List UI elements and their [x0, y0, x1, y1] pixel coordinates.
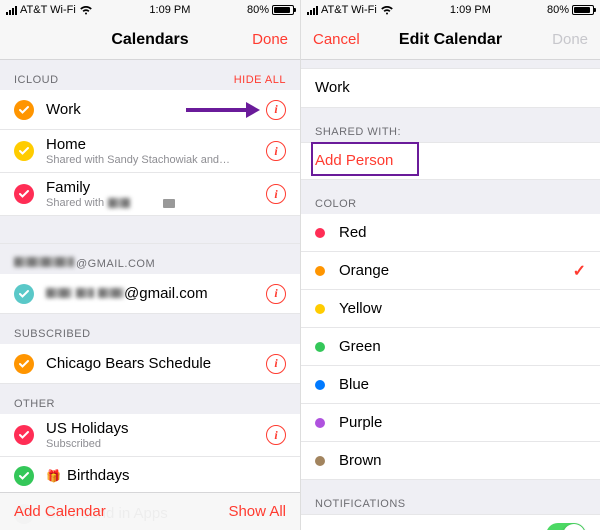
check-icon[interactable] — [14, 425, 34, 445]
color-label: Yellow — [339, 300, 586, 317]
color-dot-icon — [315, 342, 325, 352]
color-label: Purple — [339, 414, 586, 431]
color-dot-icon — [315, 304, 325, 314]
calendar-row-us-holidays[interactable]: US Holidays Subscribed i — [0, 414, 300, 457]
section-header-gmail: @GMAIL.COM — [0, 244, 300, 274]
color-option-brown[interactable]: Brown — [301, 442, 600, 480]
calendar-row-work[interactable]: Work i — [0, 90, 300, 130]
calendar-row-family[interactable]: Family Shared with i — [0, 173, 300, 216]
notifications-row — [301, 514, 600, 530]
color-option-purple[interactable]: Purple — [301, 404, 600, 442]
color-dot-icon — [315, 228, 325, 238]
check-icon[interactable] — [14, 184, 34, 204]
color-label: Brown — [339, 452, 586, 469]
check-icon[interactable] — [14, 141, 34, 161]
add-person-button[interactable]: Add Person — [301, 142, 600, 180]
battery-icon — [272, 5, 294, 15]
info-icon[interactable]: i — [266, 100, 286, 120]
calendar-row-birthdays[interactable]: 🎁 Birthdays — [0, 457, 300, 495]
color-option-red[interactable]: Red — [301, 214, 600, 252]
redacted-text — [76, 288, 94, 298]
calendar-name-field[interactable]: Work — [301, 68, 600, 108]
check-icon[interactable] — [14, 100, 34, 120]
redacted-text — [108, 198, 130, 208]
color-option-blue[interactable]: Blue — [301, 366, 600, 404]
nav-bar: Calendars Done — [0, 20, 300, 60]
color-dot-icon — [315, 456, 325, 466]
battery-icon — [572, 5, 594, 15]
status-bar: AT&T Wi-Fi 1:09 PM 80% — [0, 0, 300, 20]
section-header-subscribed: SUBSCRIBED — [0, 314, 300, 344]
clock-time: 1:09 PM — [450, 4, 491, 16]
clock-time: 1:09 PM — [149, 4, 190, 16]
section-header-notifications: NOTIFICATIONS — [301, 480, 600, 514]
section-header-other: OTHER — [0, 384, 300, 414]
info-icon[interactable]: i — [266, 184, 286, 204]
color-label: Red — [339, 224, 586, 241]
status-bar: AT&T Wi-Fi 1:09 PM 80% — [301, 0, 600, 20]
battery-percent: 80% — [547, 4, 569, 16]
redacted-text — [46, 288, 72, 298]
gift-icon: 🎁 — [46, 469, 61, 483]
check-icon[interactable] — [14, 466, 34, 486]
edit-form: Work SHARED WITH: Add Person COLOR Red Or… — [301, 60, 600, 530]
battery-percent: 80% — [247, 4, 269, 16]
redacted-text — [163, 199, 175, 208]
color-option-green[interactable]: Green — [301, 328, 600, 366]
info-icon[interactable]: i — [266, 141, 286, 161]
hide-all-button[interactable]: HIDE ALL — [234, 74, 286, 86]
info-icon[interactable]: i — [266, 284, 286, 304]
redacted-text — [98, 288, 124, 298]
info-icon[interactable]: i — [266, 425, 286, 445]
wifi-icon — [79, 5, 93, 15]
check-icon[interactable] — [14, 354, 34, 374]
section-header-icloud: ICLOUD HIDE ALL — [0, 60, 300, 90]
carrier-label: AT&T Wi-Fi — [321, 4, 377, 16]
redacted-text — [14, 257, 74, 267]
color-option-orange[interactable]: Orange✓ — [301, 252, 600, 290]
check-icon[interactable] — [14, 284, 34, 304]
color-dot-icon — [315, 380, 325, 390]
footer-bar: Add Calendar Show All — [0, 492, 300, 530]
signal-icon — [6, 6, 17, 15]
color-dot-icon — [315, 418, 325, 428]
nav-bar: Cancel Edit Calendar Done — [301, 20, 600, 60]
calendar-row-home[interactable]: Home Shared with Sandy Stachowiak and… i — [0, 130, 300, 173]
color-label: Green — [339, 338, 586, 355]
checkmark-icon: ✓ — [573, 261, 586, 281]
color-dot-icon — [315, 266, 325, 276]
calendar-row-gmail[interactable]: @gmail.com i — [0, 274, 300, 314]
calendars-screen: AT&T Wi-Fi 1:09 PM 80% Calendars Done IC… — [0, 0, 300, 530]
color-label: Orange — [339, 262, 573, 279]
add-calendar-button[interactable]: Add Calendar — [14, 503, 106, 520]
done-button[interactable]: Done — [552, 31, 588, 48]
color-label: Blue — [339, 376, 586, 393]
cancel-button[interactable]: Cancel — [313, 31, 360, 48]
edit-calendar-screen: AT&T Wi-Fi 1:09 PM 80% Cancel Edit Calen… — [300, 0, 600, 530]
info-icon[interactable]: i — [266, 354, 286, 374]
calendar-row-bears[interactable]: Chicago Bears Schedule i — [0, 344, 300, 384]
color-list: Red Orange✓ Yellow Green Blue Purple Brown — [301, 214, 600, 480]
calendar-list: ICLOUD HIDE ALL Work i Home Shared with … — [0, 60, 300, 530]
wifi-icon — [380, 5, 394, 15]
signal-icon — [307, 6, 318, 15]
section-header-color: COLOR — [301, 180, 600, 214]
show-all-button[interactable]: Show All — [228, 503, 286, 520]
carrier-label: AT&T Wi-Fi — [20, 4, 76, 16]
color-option-yellow[interactable]: Yellow — [301, 290, 600, 328]
notifications-toggle[interactable] — [546, 523, 586, 530]
done-button[interactable]: Done — [252, 31, 288, 48]
section-header-shared: SHARED WITH: — [301, 108, 600, 142]
